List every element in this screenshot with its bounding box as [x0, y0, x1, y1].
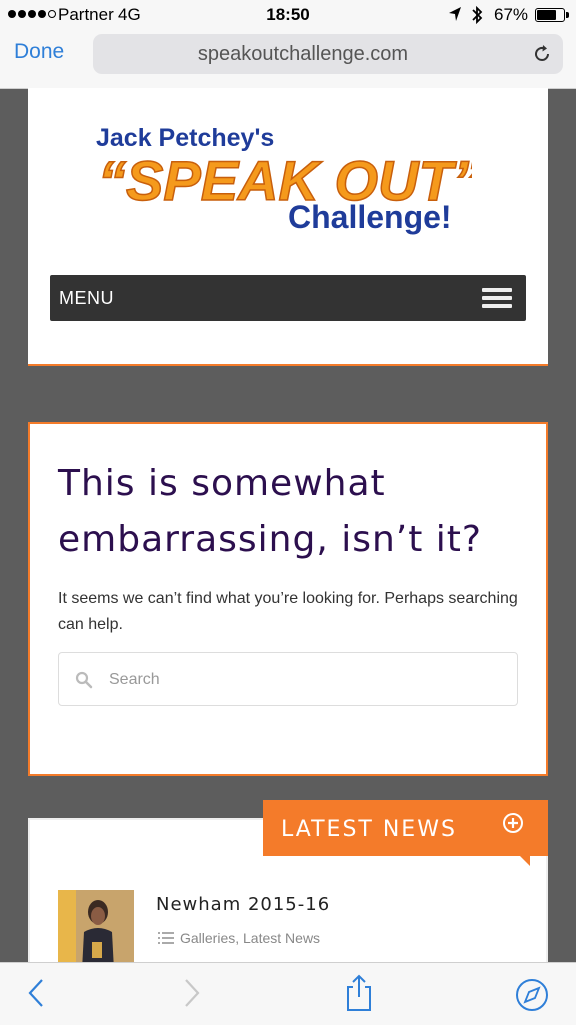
share-icon[interactable]: [344, 973, 374, 1013]
location-arrow-icon: [449, 7, 461, 21]
battery-fill: [537, 10, 556, 20]
news-thumbnail-image: [58, 890, 134, 970]
speak-out-challenge-logo[interactable]: Jack Petchey's “SPEAK OUT” Challenge!: [92, 116, 472, 236]
search-input[interactable]: [107, 667, 501, 693]
not-found-panel: This is somewhat embarrassing, isn’t it?…: [28, 422, 548, 776]
browser-top-chrome: Partner 4G 18:50 67% Done speakoutchalle…: [0, 0, 576, 89]
news-item-title[interactable]: Newham 2015-16: [156, 894, 330, 915]
list-icon: [158, 932, 174, 944]
url-text: speakoutchallenge.com: [197, 43, 409, 65]
error-message: It seems we can’t find what you’re looki…: [58, 590, 518, 633]
search-icon: [75, 671, 93, 689]
back-arrow-icon[interactable]: [26, 977, 46, 1009]
menu-label: MENU: [59, 288, 114, 308]
status-time: 18:50: [266, 5, 310, 24]
news-item-category-links[interactable]: Galleries, Latest News: [180, 930, 320, 946]
plus-circle-icon[interactable]: [502, 812, 524, 834]
news-item-categories: Galleries, Latest News: [158, 930, 320, 946]
battery-icon: [535, 8, 569, 22]
bluetooth-icon: [472, 5, 483, 25]
battery-percentage: 67%: [494, 5, 529, 24]
latest-news-heading: LATEST NEWS: [281, 817, 457, 842]
reload-icon[interactable]: [531, 43, 553, 65]
error-title: This is somewhat embarrassing, isn’t it?: [58, 463, 483, 560]
forward-arrow-icon[interactable]: [182, 977, 202, 1009]
site-header: Jack Petchey's “SPEAK OUT” Challenge! ME…: [28, 88, 548, 366]
address-bar[interactable]: speakoutchallenge.com: [93, 34, 563, 74]
hamburger-icon[interactable]: [482, 288, 512, 309]
search-field[interactable]: [58, 652, 518, 706]
browser-bottom-toolbar: [0, 962, 576, 1025]
status-bar: Partner 4G 18:50 67%: [0, 0, 576, 30]
news-thumbnail[interactable]: [58, 890, 134, 970]
logo-line-3: Challenge!: [288, 199, 452, 235]
logo-line-1: Jack Petchey's: [96, 124, 274, 152]
menu-bar[interactable]: MENU: [50, 275, 526, 321]
compass-icon[interactable]: [514, 977, 550, 1013]
done-button[interactable]: Done: [14, 40, 64, 64]
latest-news-tab: LATEST NEWS: [263, 800, 548, 866]
